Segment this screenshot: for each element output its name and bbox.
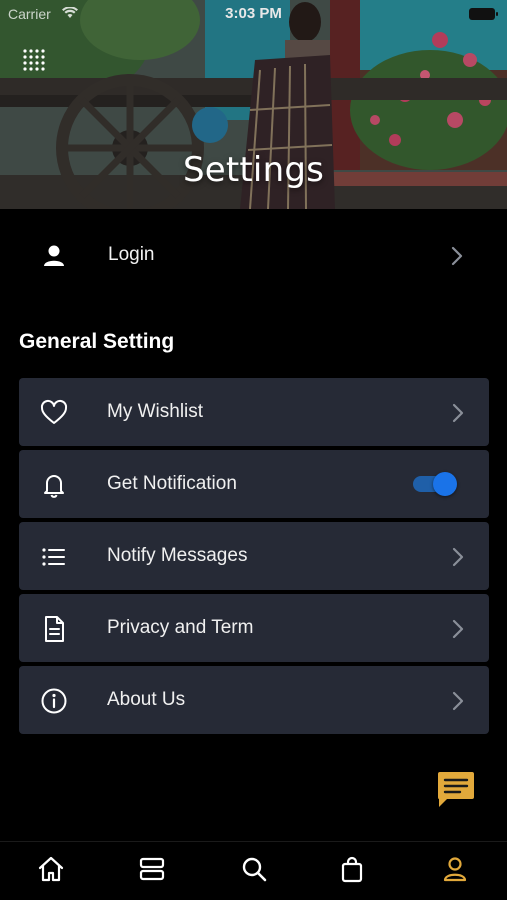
categories-icon xyxy=(139,857,165,881)
nav-search[interactable] xyxy=(236,854,272,888)
privacy-item[interactable]: Privacy and Term xyxy=(19,594,489,662)
chat-button[interactable] xyxy=(435,770,477,810)
chevron-right-icon xyxy=(451,403,465,428)
toggle-knob xyxy=(433,472,457,496)
about-us-item[interactable]: About Us xyxy=(19,666,489,734)
notification-toggle[interactable] xyxy=(411,472,457,496)
profile-icon xyxy=(443,857,467,882)
nav-bag[interactable] xyxy=(334,854,370,888)
login-label: Login xyxy=(108,244,155,265)
notification-item[interactable]: Get Notification xyxy=(19,450,489,518)
status-time: 3:03 PM xyxy=(225,5,282,22)
chevron-right-icon xyxy=(451,619,465,644)
home-icon xyxy=(38,856,64,882)
heart-icon xyxy=(40,399,68,427)
wishlist-item[interactable]: My Wishlist xyxy=(19,378,489,446)
nav-profile[interactable] xyxy=(437,854,473,888)
page-title: Settings xyxy=(182,150,325,190)
notification-label: Get Notification xyxy=(107,473,237,494)
bell-icon xyxy=(40,471,68,499)
about-us-label: About Us xyxy=(107,689,186,710)
section-title: General Setting xyxy=(19,330,175,353)
dots-grid-icon xyxy=(23,49,45,71)
nav-categories[interactable] xyxy=(134,854,170,888)
battery-icon xyxy=(469,8,498,20)
list-icon xyxy=(40,543,68,571)
login-row[interactable]: Login xyxy=(0,222,507,290)
chevron-right-icon xyxy=(451,547,465,572)
chevron-right-icon xyxy=(450,246,464,271)
bottom-navigation xyxy=(0,841,507,900)
wishlist-label: My Wishlist xyxy=(107,401,204,422)
header-banner: Carrier 3:03 PM Settings xyxy=(0,0,507,209)
user-icon xyxy=(40,242,68,275)
search-icon xyxy=(242,857,267,882)
notify-messages-label: Notify Messages xyxy=(107,545,248,566)
document-icon xyxy=(40,615,68,643)
grid-menu-button[interactable] xyxy=(20,46,50,76)
status-bar: Carrier 3:03 PM xyxy=(0,0,507,28)
chat-icon xyxy=(438,772,474,807)
chevron-right-icon xyxy=(451,691,465,716)
nav-home[interactable] xyxy=(33,854,69,888)
privacy-label: Privacy and Term xyxy=(107,617,254,638)
notify-messages-item[interactable]: Notify Messages xyxy=(19,522,489,590)
bag-icon xyxy=(341,856,363,883)
info-icon xyxy=(40,687,68,715)
